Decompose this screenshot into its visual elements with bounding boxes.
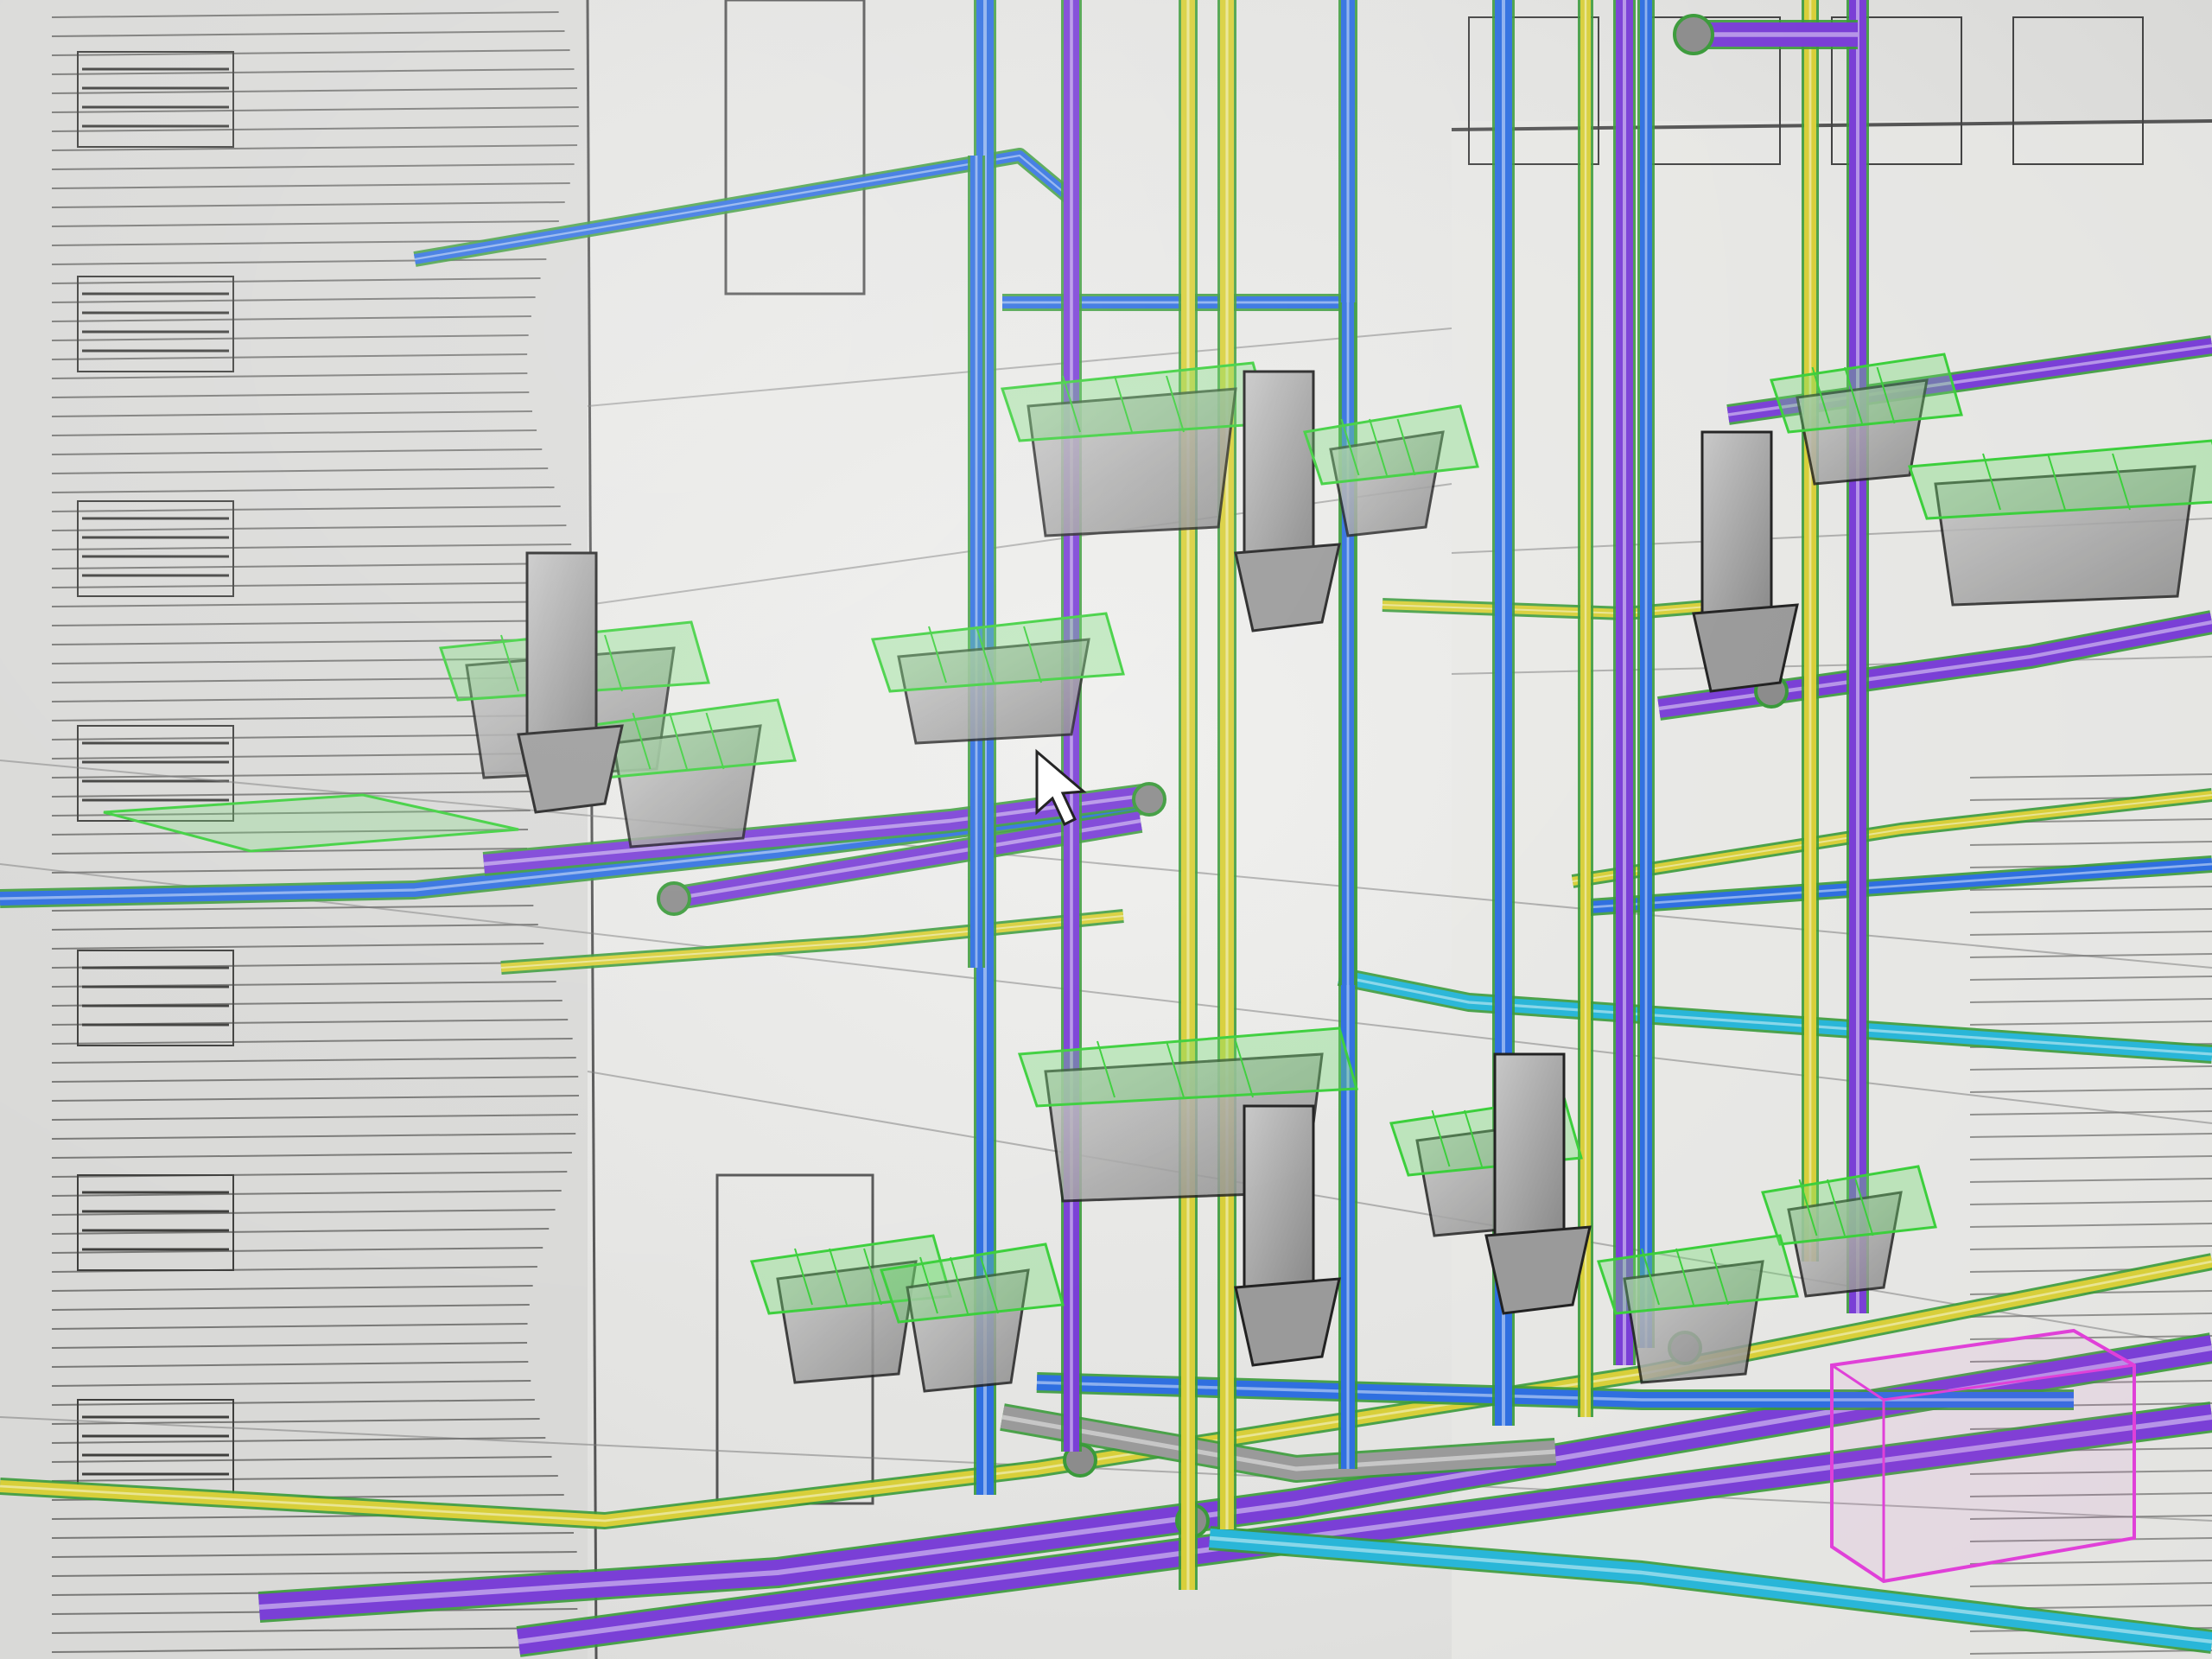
sink-left-lower[interactable] [586, 698, 797, 849]
pipe-fitting[interactable] [1132, 782, 1166, 817]
sink-far-right[interactable] [1907, 439, 2212, 607]
sink-center-upper-clearance-zone [870, 612, 1125, 693]
bim-3d-viewport[interactable] [0, 0, 2212, 1659]
toilet-center-top-tank [1243, 370, 1315, 555]
riser-top-cap[interactable] [1673, 14, 1714, 55]
toilet-right-upper-bowl [1692, 603, 1799, 693]
pipe-fitting[interactable] [657, 881, 691, 916]
sink-center-upper[interactable] [870, 612, 1125, 745]
toilet-left-bowl [517, 724, 624, 814]
toilet-right-lower-bowl [1484, 1225, 1592, 1315]
plumbing-model-scene[interactable] [0, 0, 2212, 1659]
wall-edge [586, 0, 598, 1659]
toilet-center-top-bowl [1234, 543, 1341, 632]
toilet-center-lower[interactable] [1234, 1104, 1341, 1367]
utility-sink-left-2[interactable] [880, 1243, 1065, 1393]
equipment-box-outline[interactable] [1830, 1328, 2136, 1584]
toilet-left-tank [525, 551, 598, 736]
toilet-center-lower-tank [1243, 1104, 1315, 1289]
toilet-center-lower-bowl [1234, 1277, 1341, 1367]
toilet-right-upper-tank [1700, 430, 1773, 615]
upper-opening [724, 0, 866, 296]
equipment-box[interactable] [1830, 1328, 2136, 1584]
toilet-right-lower-tank [1493, 1052, 1566, 1237]
